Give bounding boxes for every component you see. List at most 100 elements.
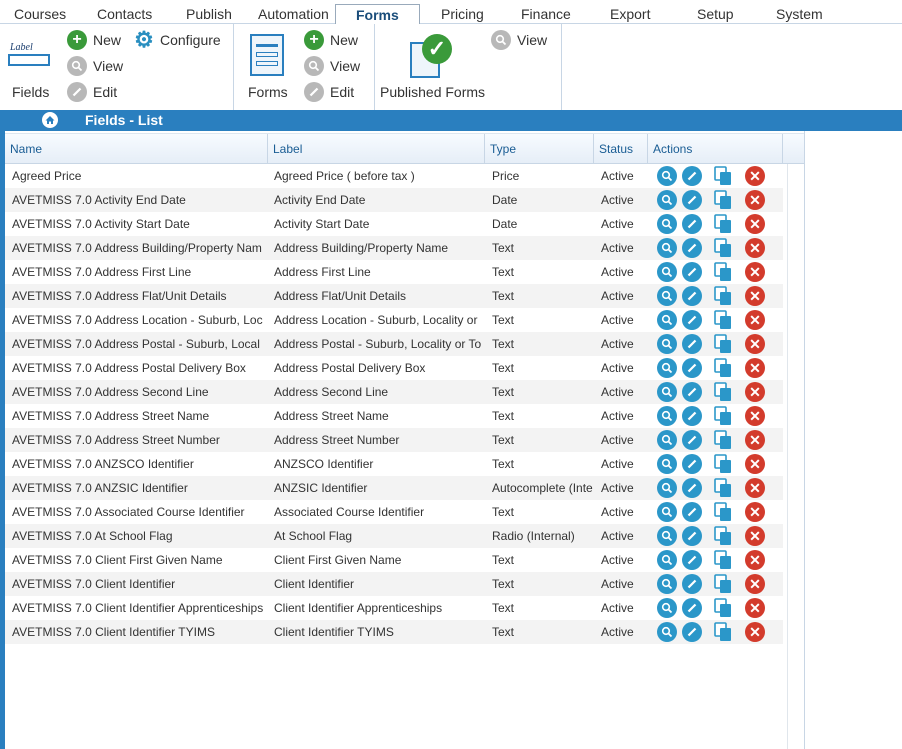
delete-icon[interactable]: ✕ (745, 310, 765, 330)
forms-button[interactable]: Forms (248, 84, 288, 100)
view-icon[interactable] (657, 190, 677, 210)
delete-icon[interactable]: ✕ (745, 550, 765, 570)
edit-icon[interactable] (682, 598, 702, 618)
copy-icon[interactable] (713, 358, 733, 378)
edit-icon[interactable] (682, 550, 702, 570)
table-row[interactable]: AVETMISS 7.0 Address Postal - Suburb, Lo… (5, 332, 783, 356)
edit-icon[interactable] (682, 334, 702, 354)
edit-icon[interactable] (682, 190, 702, 210)
form-document-icon[interactable] (250, 34, 284, 76)
delete-icon[interactable]: ✕ (745, 358, 765, 378)
view-icon[interactable] (657, 574, 677, 594)
delete-icon[interactable]: ✕ (745, 166, 765, 186)
copy-icon[interactable] (713, 406, 733, 426)
grid-scrollbar[interactable] (787, 164, 804, 749)
edit-field-button[interactable]: Edit (67, 82, 117, 102)
table-row[interactable]: AVETMISS 7.0 ANZSCO Identifier ANZSCO Ide… (5, 452, 783, 476)
tab-export[interactable]: Export (610, 6, 650, 22)
edit-icon[interactable] (682, 622, 702, 642)
delete-icon[interactable]: ✕ (745, 598, 765, 618)
table-row[interactable]: AVETMISS 7.0 Address Flat/Unit Details Ad… (5, 284, 783, 308)
home-icon[interactable] (42, 112, 58, 128)
copy-icon[interactable] (713, 478, 733, 498)
table-row[interactable]: AVETMISS 7.0 At School Flag At School Fla… (5, 524, 783, 548)
view-icon[interactable] (657, 238, 677, 258)
table-row[interactable]: AVETMISS 7.0 Address Street Name Address … (5, 404, 783, 428)
view-icon[interactable] (657, 598, 677, 618)
delete-icon[interactable]: ✕ (745, 430, 765, 450)
view-icon[interactable] (657, 478, 677, 498)
tab-forms[interactable]: Forms (335, 4, 420, 25)
copy-icon[interactable] (713, 214, 733, 234)
delete-icon[interactable]: ✕ (745, 526, 765, 546)
column-header-status[interactable]: Status (594, 134, 648, 164)
delete-icon[interactable]: ✕ (745, 574, 765, 594)
view-icon[interactable] (657, 550, 677, 570)
tab-setup[interactable]: Setup (697, 6, 734, 22)
edit-icon[interactable] (682, 238, 702, 258)
table-row[interactable]: AVETMISS 7.0 Client Identifier Client Ide… (5, 572, 783, 596)
edit-icon[interactable] (682, 574, 702, 594)
view-icon[interactable] (657, 382, 677, 402)
copy-icon[interactable] (713, 238, 733, 258)
table-row[interactable]: AVETMISS 7.0 Activity Start Date Activity… (5, 212, 783, 236)
tab-contacts[interactable]: Contacts (97, 6, 152, 22)
fields-label-icon[interactable]: Label (8, 42, 50, 68)
view-icon[interactable] (657, 406, 677, 426)
tab-finance[interactable]: Finance (521, 6, 571, 22)
delete-icon[interactable]: ✕ (745, 502, 765, 522)
edit-icon[interactable] (682, 454, 702, 474)
view-icon[interactable] (657, 502, 677, 522)
table-row[interactable]: AVETMISS 7.0 Address Second Line Address … (5, 380, 783, 404)
edit-icon[interactable] (682, 214, 702, 234)
table-row[interactable]: AVETMISS 7.0 Activity End Date Activity E… (5, 188, 783, 212)
delete-icon[interactable]: ✕ (745, 190, 765, 210)
delete-icon[interactable]: ✕ (745, 214, 765, 234)
copy-icon[interactable] (713, 310, 733, 330)
view-icon[interactable] (657, 214, 677, 234)
view-icon[interactable] (657, 334, 677, 354)
published-form-icon[interactable]: ✓ (410, 34, 454, 78)
table-row[interactable]: AVETMISS 7.0 Associated Course Identifie… (5, 500, 783, 524)
delete-icon[interactable]: ✕ (745, 406, 765, 426)
new-form-button[interactable]: + New (304, 30, 358, 50)
delete-icon[interactable]: ✕ (745, 238, 765, 258)
view-field-button[interactable]: View (67, 56, 123, 76)
view-icon[interactable] (657, 286, 677, 306)
table-row[interactable]: AVETMISS 7.0 Address Location - Suburb, … (5, 308, 783, 332)
table-row[interactable]: Agreed Price Agreed Price ( before tax ) P… (5, 164, 783, 188)
view-icon[interactable] (657, 526, 677, 546)
copy-icon[interactable] (713, 598, 733, 618)
view-icon[interactable] (657, 166, 677, 186)
configure-button[interactable]: ⚙ Configure (134, 27, 221, 52)
delete-icon[interactable]: ✕ (745, 382, 765, 402)
copy-icon[interactable] (713, 166, 733, 186)
copy-icon[interactable] (713, 286, 733, 306)
table-row[interactable]: AVETMISS 7.0 Client Identifier TYIMS Clie… (5, 620, 783, 644)
delete-icon[interactable]: ✕ (745, 622, 765, 642)
view-published-button[interactable]: View (491, 30, 547, 50)
tab-automation[interactable]: Automation (258, 6, 329, 22)
delete-icon[interactable]: ✕ (745, 334, 765, 354)
view-icon[interactable] (657, 430, 677, 450)
tab-system[interactable]: System (776, 6, 823, 22)
delete-icon[interactable]: ✕ (745, 454, 765, 474)
edit-icon[interactable] (682, 166, 702, 186)
tab-publish[interactable]: Publish (186, 6, 232, 22)
view-icon[interactable] (657, 358, 677, 378)
table-row[interactable]: AVETMISS 7.0 Address Street Number Addres… (5, 428, 783, 452)
edit-icon[interactable] (682, 310, 702, 330)
delete-icon[interactable]: ✕ (745, 286, 765, 306)
copy-icon[interactable] (713, 334, 733, 354)
copy-icon[interactable] (713, 430, 733, 450)
column-header-name[interactable]: Name (5, 134, 268, 164)
view-form-button[interactable]: View (304, 56, 360, 76)
edit-icon[interactable] (682, 430, 702, 450)
table-row[interactable]: AVETMISS 7.0 ANZSIC Identifier ANZSIC Ide… (5, 476, 783, 500)
column-header-label[interactable]: Label (268, 134, 485, 164)
edit-icon[interactable] (682, 262, 702, 282)
column-header-type[interactable]: Type (485, 134, 594, 164)
copy-icon[interactable] (713, 502, 733, 522)
fields-button[interactable]: Fields (12, 84, 49, 100)
table-row[interactable]: AVETMISS 7.0 Client First Given Name Clie… (5, 548, 783, 572)
